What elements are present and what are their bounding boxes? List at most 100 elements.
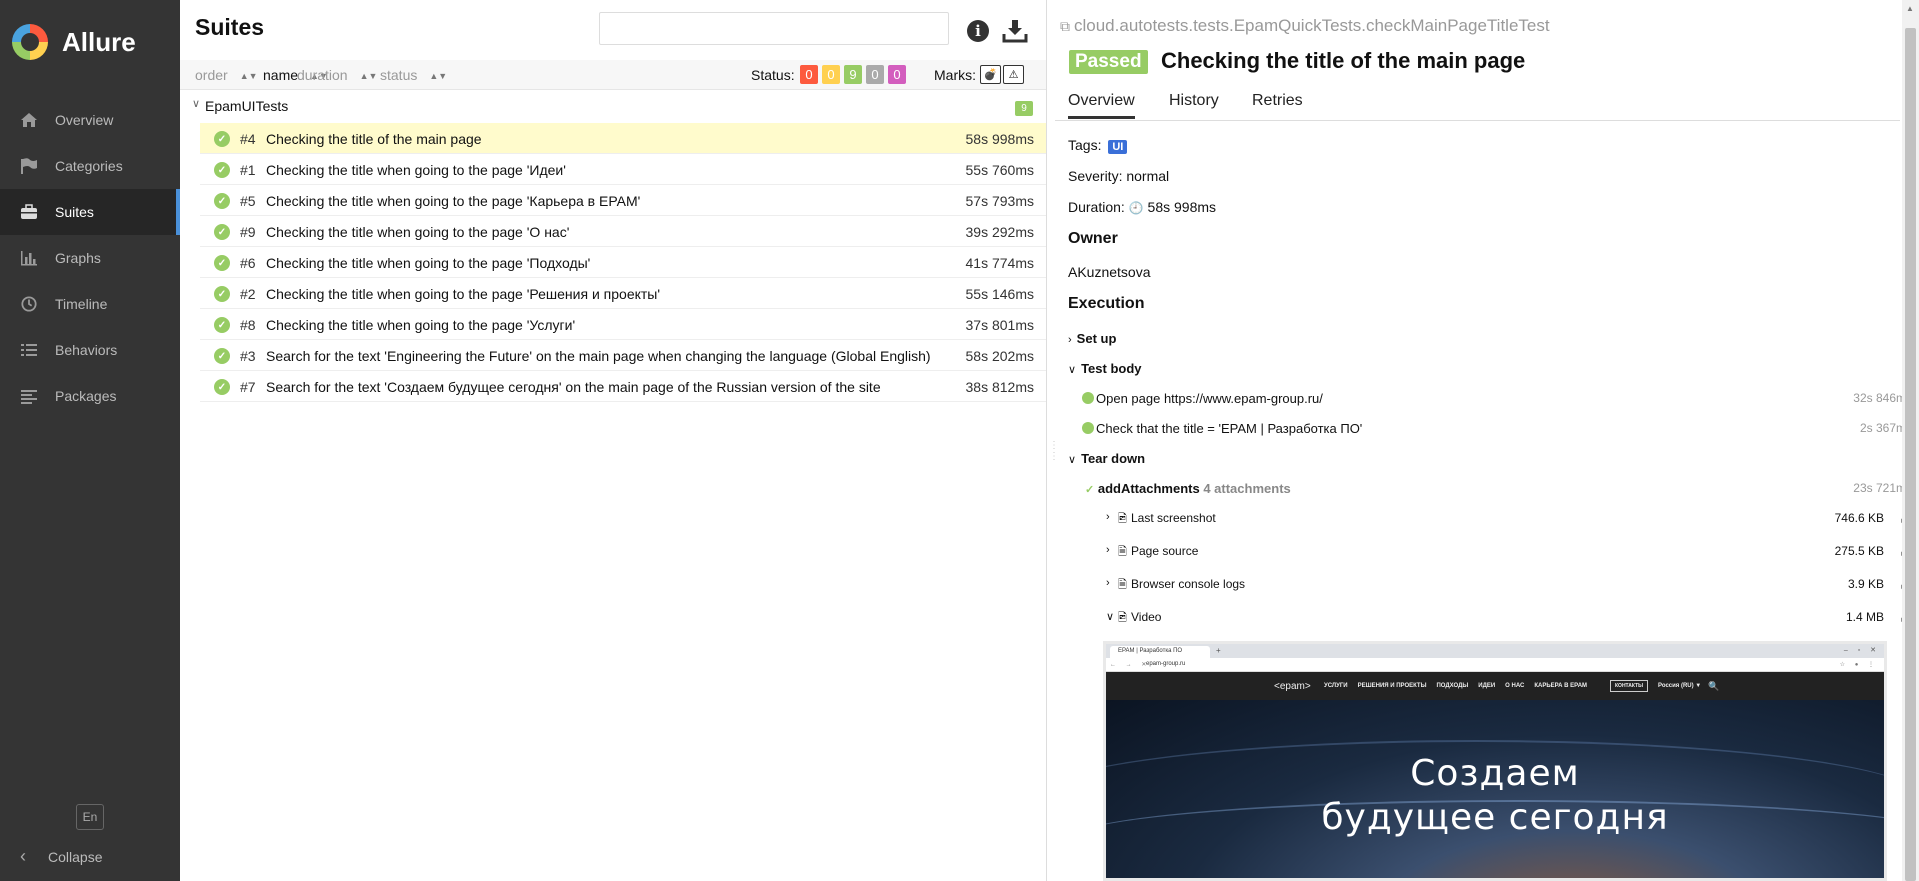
table-row[interactable]: ✓ #5 Checking the title when going to th… (200, 185, 1046, 216)
video-hero: Создаем будущее сегодня (1106, 700, 1884, 878)
sidebar-item-timeline[interactable]: Timeline (0, 281, 180, 327)
scrollbar[interactable]: ▲ (1902, 0, 1919, 881)
language-button[interactable]: En (76, 804, 104, 830)
table-row[interactable]: ✓ #7 Search for the text 'Создаем будуще… (200, 371, 1046, 402)
status-badge: Passed (1069, 50, 1148, 74)
table-row[interactable]: ✓ #9 Checking the title when going to th… (200, 216, 1046, 247)
sidebar-item-overview[interactable]: Overview (0, 97, 180, 143)
page-title: Suites (195, 14, 265, 40)
video-site-links: УСЛУГИ РЕШЕНИЯ И ПРОЕКТЫ ПОДХОДЫ ИДЕИ О … (1324, 683, 1587, 689)
setup-section[interactable]: › Set up (1068, 331, 1116, 346)
sidebar-item-label: Behaviors (55, 342, 118, 358)
sort-duration-label[interactable]: duration ▲▼ (297, 67, 377, 83)
execution-heading: Execution (1068, 295, 1145, 312)
warning-mark-icon[interactable]: ⚠ (1003, 65, 1024, 84)
attachments-step[interactable]: ✓ addAttachments 4 attachments 23s 721ms (1085, 481, 1912, 496)
teardown-label: Tear down (1081, 451, 1146, 466)
video-address-bar: ← → ✕ epam-group.ru ☆ ● ⋮ (1106, 658, 1884, 672)
attachment-row[interactable]: ∨ 🖻 Video 1.4 MB ⤢ (1106, 608, 1912, 630)
headline-line: будущее сегодня (1321, 797, 1669, 838)
suite-group[interactable]: ∨ EpamUITests 9 (180, 94, 1046, 118)
sidebar-item-behaviors[interactable]: Behaviors (0, 327, 180, 373)
passed-check-icon: ✓ (214, 379, 230, 395)
briefcase-icon (18, 203, 40, 221)
search-input[interactable] (599, 12, 949, 45)
video-region: Россия (RU) ▼ (1658, 683, 1702, 689)
test-name: Checking the title when going to the pag… (266, 162, 566, 178)
passed-check-icon (1082, 422, 1094, 434)
flaky-mark-icon[interactable]: 💣 (980, 65, 1001, 84)
sidebar-item-label: Packages (55, 388, 117, 404)
status-passed-badge[interactable]: 9 (844, 65, 862, 84)
list-icon (18, 341, 40, 359)
attachment-row[interactable]: › 🖻 Last screenshot 746.6 KB ⤢ (1106, 509, 1912, 531)
sidebar-nav: Overview Categories Suites Graphs Timeli… (0, 97, 180, 419)
test-duration: 57s 793ms (965, 193, 1034, 209)
test-step[interactable]: Open page https://www.epam-group.ru/ 32s… (1082, 388, 1912, 410)
new-tab-icon: + (1216, 646, 1221, 655)
scroll-up-icon[interactable]: ▲ (1906, 4, 1914, 13)
sort-arrows-icon: ▲▼ (239, 71, 258, 81)
status-skipped-badge[interactable]: 0 (866, 65, 884, 84)
sidebar-item-packages[interactable]: Packages (0, 373, 180, 419)
attachments-step-name: addAttachments (1097, 481, 1200, 496)
table-row[interactable]: ✓ #6 Checking the title when going to th… (200, 247, 1046, 278)
tab-retries[interactable]: Retries (1252, 92, 1303, 110)
passed-check-icon: ✓ (214, 131, 230, 147)
tag-badge: UI (1108, 140, 1128, 154)
align-left-icon (18, 387, 40, 405)
test-name: Checking the title of the main page (266, 131, 482, 147)
attachment-size: 1.4 MB (1845, 610, 1884, 624)
video-player[interactable]: EPAM | Разработка ПО + – ▫ ✕ ← → ✕ epam-… (1103, 641, 1887, 881)
status-broken-badge[interactable]: 0 (822, 65, 840, 84)
attachment-name: Browser console logs (1131, 577, 1246, 591)
download-icon[interactable] (1002, 18, 1028, 44)
test-name: Checking the title when going to the pag… (266, 224, 570, 240)
test-number: #2 (240, 286, 256, 302)
sidebar-item-graphs[interactable]: Graphs (0, 235, 180, 281)
attachment-row[interactable]: › 🗎 Page source 275.5 KB ⤢ (1106, 542, 1912, 564)
suite-group-count: 9 (1015, 101, 1033, 116)
info-icon[interactable]: i (967, 20, 989, 42)
collapse-button[interactable]: ‹ Collapse (20, 846, 102, 867)
scrollbar-thumb[interactable] (1905, 28, 1916, 881)
video-menu-item: КАРЬЕРА В EPAM (1534, 683, 1588, 689)
table-row[interactable]: ✓ #8 Checking the title when going to th… (200, 309, 1046, 340)
brand[interactable]: Allure (12, 20, 136, 64)
passed-check-icon: ✓ (214, 162, 230, 178)
status-filter-badges: 0 0 9 0 0 (800, 65, 906, 84)
test-name: Checking the title when going to the pag… (266, 317, 576, 333)
table-row[interactable]: ✓ #1 Checking the title when going to th… (200, 154, 1046, 185)
test-name: Search for the text 'Engineering the Fut… (266, 348, 931, 364)
table-row[interactable]: ✓ #4 Checking the title of the main page… (200, 123, 1046, 154)
table-row[interactable]: ✓ #3 Search for the text 'Engineering th… (200, 340, 1046, 371)
sort-order[interactable]: order ▲▼ (195, 67, 258, 83)
video-browser-tab: EPAM | Разработка ПО (1110, 646, 1210, 658)
attachment-size: 746.6 KB (1834, 511, 1884, 525)
test-step[interactable]: Check that the title = 'EPAM | Разработк… (1082, 418, 1912, 440)
video-contacts: КОНТАКТЫ (1610, 680, 1649, 692)
status-unknown-badge[interactable]: 0 (888, 65, 906, 84)
copy-icon[interactable]: ⧉ (1060, 18, 1070, 34)
status-failed-badge[interactable]: 0 (800, 65, 818, 84)
tab-history[interactable]: History (1169, 92, 1219, 110)
sidebar-item-label: Graphs (55, 250, 101, 266)
test-number: #1 (240, 162, 256, 178)
sort-status[interactable]: status ▲▼ (380, 67, 447, 83)
video-menu-item: УСЛУГИ (1324, 683, 1348, 689)
collapse-label: Collapse (48, 848, 103, 865)
image-file-icon: 🖻 (1118, 513, 1127, 525)
passed-check-icon: ✓ (214, 193, 230, 209)
sidebar-item-categories[interactable]: Categories (0, 143, 180, 189)
status-filter-label: Status: (751, 67, 795, 83)
passed-check-icon (1082, 392, 1094, 404)
marks-label: Marks: (934, 67, 976, 83)
test-body-section[interactable]: ∨ Test body (1068, 361, 1142, 376)
tab-overview[interactable]: Overview (1068, 92, 1135, 119)
video-headline: Создаем будущее сегодня (1106, 752, 1884, 840)
sort-label: duration (297, 67, 348, 83)
attachment-row[interactable]: › 🗎 Browser console logs 3.9 KB ⤢ (1106, 575, 1912, 597)
table-row[interactable]: ✓ #2 Checking the title when going to th… (200, 278, 1046, 309)
teardown-section[interactable]: ∨ Tear down (1068, 451, 1145, 466)
sidebar-item-suites[interactable]: Suites (0, 189, 180, 235)
